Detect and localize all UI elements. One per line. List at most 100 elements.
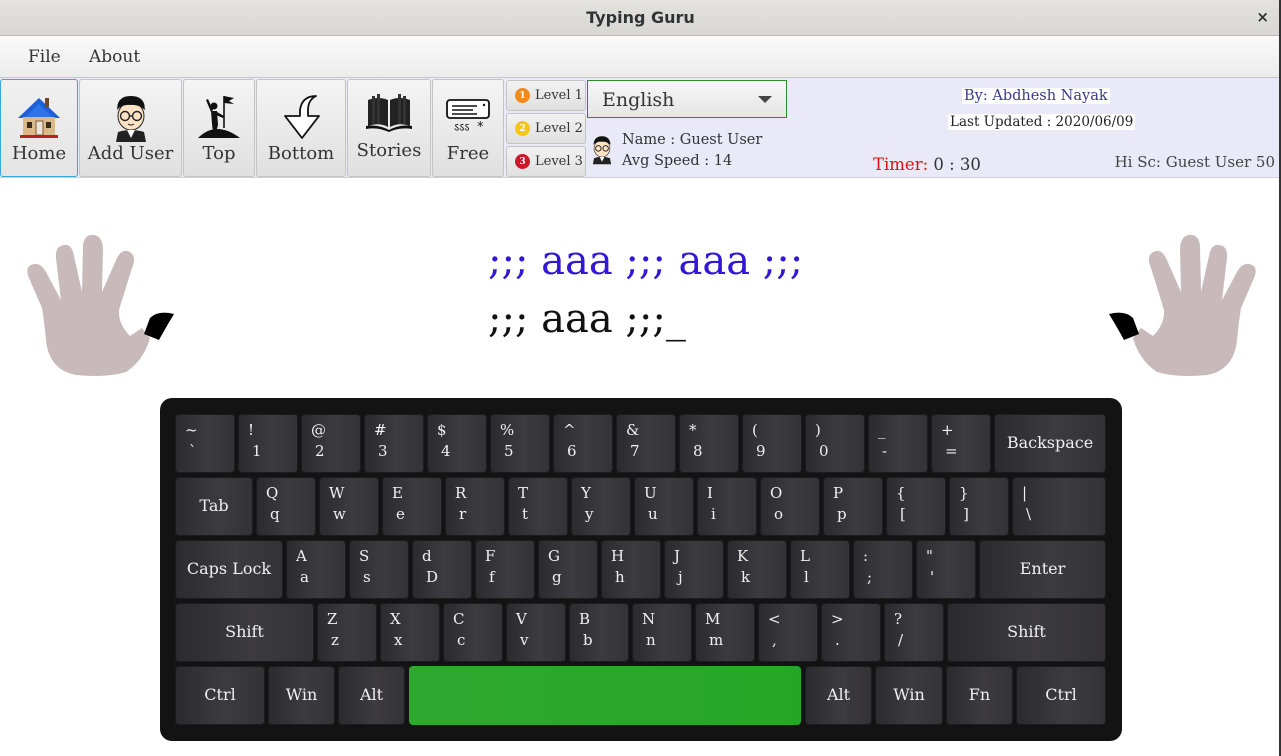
- key-shift-label: Y: [581, 484, 591, 502]
- key-1-8[interactable]: Ii: [697, 477, 757, 536]
- svg-text:*: *: [477, 120, 484, 134]
- key-0-8[interactable]: * 8: [679, 414, 739, 473]
- key-2-10[interactable]: :;: [853, 540, 913, 599]
- window-title: Typing Guru: [586, 8, 695, 27]
- key-shift-label: ?: [894, 610, 903, 628]
- key-1-12[interactable]: }]: [949, 477, 1009, 536]
- key-0-2[interactable]: @2: [301, 414, 361, 473]
- key-base-label: f: [489, 568, 495, 586]
- key-ctrl[interactable]: Ctrl: [175, 666, 265, 725]
- bottom-button[interactable]: Bottom: [256, 79, 346, 177]
- key-shift-label: {: [896, 484, 906, 502]
- key-2-2[interactable]: Ss: [349, 540, 409, 599]
- key-3-1[interactable]: Zz: [317, 603, 377, 662]
- key-base-label: 8: [693, 442, 703, 460]
- top-button[interactable]: Top: [183, 79, 255, 177]
- key-3-8[interactable]: <,: [758, 603, 818, 662]
- key-win[interactable]: Win: [875, 666, 943, 725]
- free-button[interactable]: ऽऽऽ * Free: [432, 79, 504, 177]
- key-0-11[interactable]: _ -: [868, 414, 928, 473]
- key-shift-label: K: [737, 547, 749, 565]
- key-2-8[interactable]: Kk: [727, 540, 787, 599]
- key-space[interactable]: [409, 666, 801, 725]
- menu-about[interactable]: About: [89, 47, 140, 67]
- key-2-4[interactable]: Ff: [475, 540, 535, 599]
- key-win[interactable]: Win: [268, 666, 335, 725]
- key-0-10[interactable]: ) 0: [805, 414, 865, 473]
- key-0-1[interactable]: ! 1: [238, 414, 298, 473]
- key-2-1[interactable]: Aa: [286, 540, 346, 599]
- key-1-13[interactable]: | \: [1012, 477, 1106, 536]
- level-1-button[interactable]: 1 Level 1: [506, 80, 586, 111]
- key-3-7[interactable]: Mm: [695, 603, 755, 662]
- key-1-3[interactable]: Ee: [382, 477, 442, 536]
- key-tab[interactable]: Tab: [175, 477, 253, 536]
- key-shift-label: *: [689, 421, 697, 439]
- key-1-4[interactable]: Rr: [445, 477, 505, 536]
- key-3-10[interactable]: ? /: [884, 603, 944, 662]
- key-ctrl[interactable]: Ctrl: [1016, 666, 1106, 725]
- key-2-11[interactable]: " ': [916, 540, 976, 599]
- key-fn[interactable]: Fn: [946, 666, 1013, 725]
- key-backspace[interactable]: Backspace: [994, 414, 1106, 473]
- level-2-badge-icon: 2: [515, 121, 530, 136]
- key-enter[interactable]: Enter: [979, 540, 1106, 599]
- key-base-label: j: [678, 568, 683, 586]
- key-0-12[interactable]: + =: [931, 414, 991, 473]
- key-3-6[interactable]: Nn: [632, 603, 692, 662]
- key-3-9[interactable]: >.: [821, 603, 881, 662]
- key-3-5[interactable]: Bb: [569, 603, 629, 662]
- key-base-label: n: [646, 631, 656, 649]
- key-2-7[interactable]: Jj: [664, 540, 724, 599]
- home-button[interactable]: Home: [0, 79, 78, 177]
- key-1-11[interactable]: {[: [886, 477, 946, 536]
- key-base-label: 5: [504, 442, 514, 460]
- stories-label: Stories: [356, 140, 422, 161]
- key-2-9[interactable]: Ll: [790, 540, 850, 599]
- key-1-5[interactable]: Tt: [508, 477, 568, 536]
- key-0-0[interactable]: ~ `: [175, 414, 235, 473]
- key-0-6[interactable]: ^ 6: [553, 414, 613, 473]
- key-0-4[interactable]: $4: [427, 414, 487, 473]
- key-3-3[interactable]: Cc: [443, 603, 503, 662]
- key-alt[interactable]: Alt: [338, 666, 405, 725]
- title-bar: Typing Guru ×: [0, 0, 1281, 36]
- key-shift[interactable]: Shift: [175, 603, 314, 662]
- stories-button[interactable]: Stories: [347, 79, 431, 177]
- key-label: Enter: [1019, 559, 1066, 578]
- home-label: Home: [11, 143, 67, 164]
- key-2-3[interactable]: dD: [412, 540, 472, 599]
- key-shift-label: I: [707, 484, 713, 502]
- key-caps-lock[interactable]: Caps Lock: [175, 540, 283, 599]
- level-3-button[interactable]: 3 Level 3: [506, 146, 586, 177]
- key-3-4[interactable]: Vv: [506, 603, 566, 662]
- key-base-label: a: [300, 568, 309, 586]
- key-1-10[interactable]: Pp: [823, 477, 883, 536]
- key-2-5[interactable]: Gg: [538, 540, 598, 599]
- key-0-3[interactable]: #3: [364, 414, 424, 473]
- level-2-button[interactable]: 2 Level 2: [506, 113, 586, 144]
- key-shift-label: Q: [266, 484, 279, 502]
- key-base-label: u: [648, 505, 658, 523]
- key-alt[interactable]: Alt: [805, 666, 872, 725]
- key-0-7[interactable]: & 7: [616, 414, 676, 473]
- key-2-6[interactable]: Hh: [601, 540, 661, 599]
- key-shift-label: }: [959, 484, 969, 502]
- key-1-1[interactable]: Qq: [256, 477, 316, 536]
- key-3-2[interactable]: Xx: [380, 603, 440, 662]
- key-base-label: v: [520, 631, 529, 649]
- key-1-2[interactable]: Ww: [319, 477, 379, 536]
- key-shift[interactable]: Shift: [947, 603, 1106, 662]
- language-select[interactable]: English: [587, 80, 787, 118]
- key-0-9[interactable]: (9: [742, 414, 802, 473]
- key-base-label: i: [711, 505, 716, 523]
- close-icon[interactable]: ×: [1256, 8, 1269, 26]
- key-1-6[interactable]: Yy: [571, 477, 631, 536]
- key-1-9[interactable]: Oo: [760, 477, 820, 536]
- add-user-button[interactable]: Add User: [79, 79, 182, 177]
- key-0-5[interactable]: % 5: [490, 414, 550, 473]
- menu-file[interactable]: File: [28, 47, 61, 67]
- key-1-7[interactable]: Uu: [634, 477, 694, 536]
- timer-value: 0 : 30: [928, 155, 981, 174]
- chevron-down-icon[interactable]: [758, 96, 772, 103]
